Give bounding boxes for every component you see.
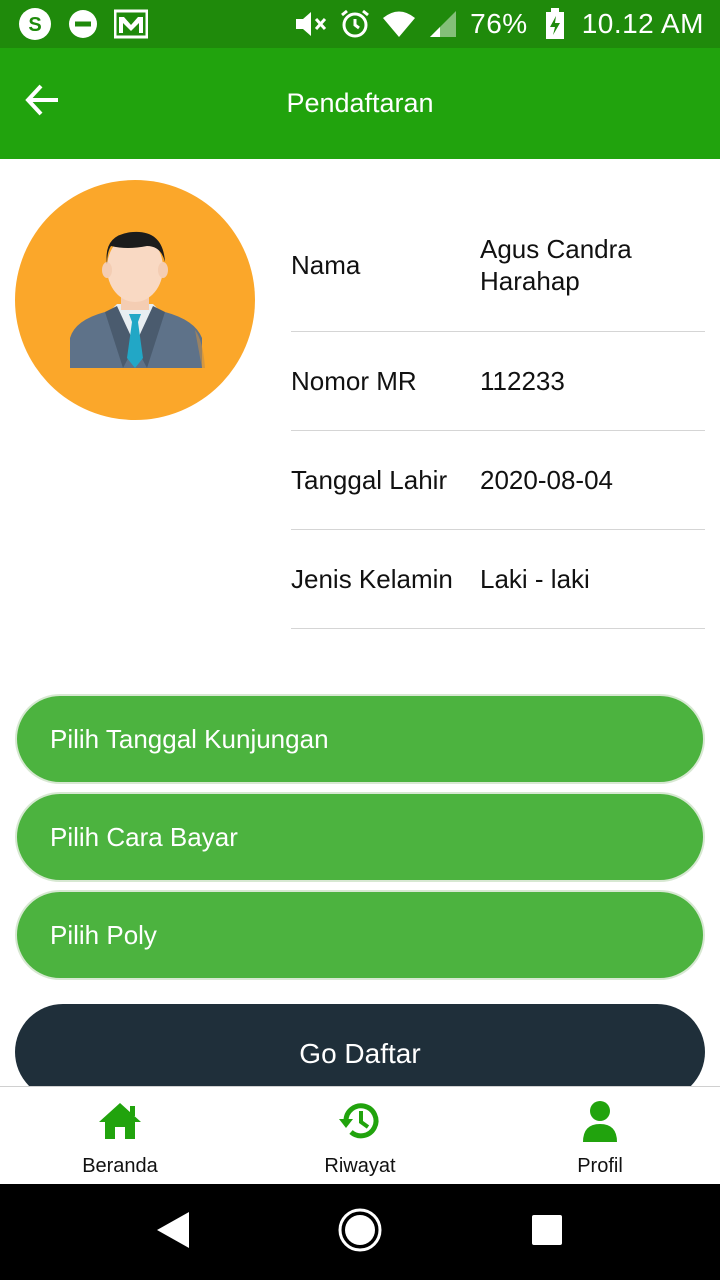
- home-icon: [96, 1097, 144, 1145]
- system-recents-button[interactable]: [517, 1202, 577, 1262]
- info-value-gender: Laki - laki: [480, 564, 590, 594]
- avatar: [15, 180, 255, 420]
- nav-item-riwayat[interactable]: Riwayat: [240, 1087, 480, 1184]
- battery-charging-icon: [538, 7, 572, 41]
- gmail-icon: [114, 7, 148, 41]
- circle-home-icon: [337, 1207, 383, 1258]
- clock: 10.12 AM: [581, 8, 704, 39]
- info-label: Nama: [291, 249, 361, 280]
- profile-info: Nama Agus Candra Harahap Nomor MR 112233…: [291, 199, 705, 629]
- bottom-navigation: Beranda Riwayat Profil: [0, 1086, 720, 1184]
- info-row-jenis-kelamin: Jenis Kelamin Laki - laki: [291, 530, 705, 629]
- info-label: Nomor MR: [291, 365, 417, 396]
- select-visit-date-button[interactable]: Pilih Tanggal Kunjungan: [15, 694, 705, 784]
- info-row-tanggal-lahir: Tanggal Lahir 2020-08-04: [291, 431, 705, 530]
- nav-label: Profil: [577, 1155, 623, 1177]
- select-poly-button[interactable]: Pilih Poly: [15, 890, 705, 980]
- signal-icon: [426, 7, 460, 41]
- skype-icon: S: [18, 7, 52, 41]
- square-recents-icon: [531, 1214, 563, 1251]
- businessman-avatar-icon: [70, 231, 205, 368]
- history-icon: [336, 1097, 384, 1145]
- system-navigation-bar: [0, 1184, 720, 1280]
- wifi-icon: [382, 7, 416, 41]
- select-payment-method-button[interactable]: Pilih Cara Bayar: [15, 792, 705, 882]
- system-home-button[interactable]: [330, 1202, 390, 1262]
- svg-text:S: S: [28, 14, 41, 36]
- nav-item-profil[interactable]: Profil: [480, 1087, 720, 1184]
- info-row-nomor-mr: Nomor MR 112233: [291, 332, 705, 431]
- mute-icon: [294, 7, 328, 41]
- app-bar: Pendaftaran: [0, 48, 720, 159]
- battery-percentage: 76%: [470, 8, 528, 39]
- triangle-back-icon: [155, 1210, 191, 1255]
- info-value-mr: 112233: [480, 366, 565, 396]
- system-back-button[interactable]: [143, 1202, 203, 1262]
- dnd-icon: [66, 7, 100, 41]
- info-value-name: Agus Candra Harahap: [480, 234, 632, 296]
- alarm-icon: [338, 7, 372, 41]
- nav-label: Beranda: [82, 1155, 158, 1177]
- nav-label: Riwayat: [324, 1155, 396, 1177]
- nav-item-beranda[interactable]: Beranda: [0, 1087, 240, 1184]
- person-icon: [576, 1097, 624, 1145]
- page-title: Pendaftaran: [286, 88, 434, 118]
- info-label: Jenis Kelamin: [291, 563, 453, 594]
- info-row-nama: Nama Agus Candra Harahap: [291, 199, 705, 332]
- info-value-birthdate: 2020-08-04: [480, 465, 613, 495]
- info-label: Tanggal Lahir: [291, 464, 448, 495]
- status-bar: S 76% 10.12 AM: [0, 0, 720, 48]
